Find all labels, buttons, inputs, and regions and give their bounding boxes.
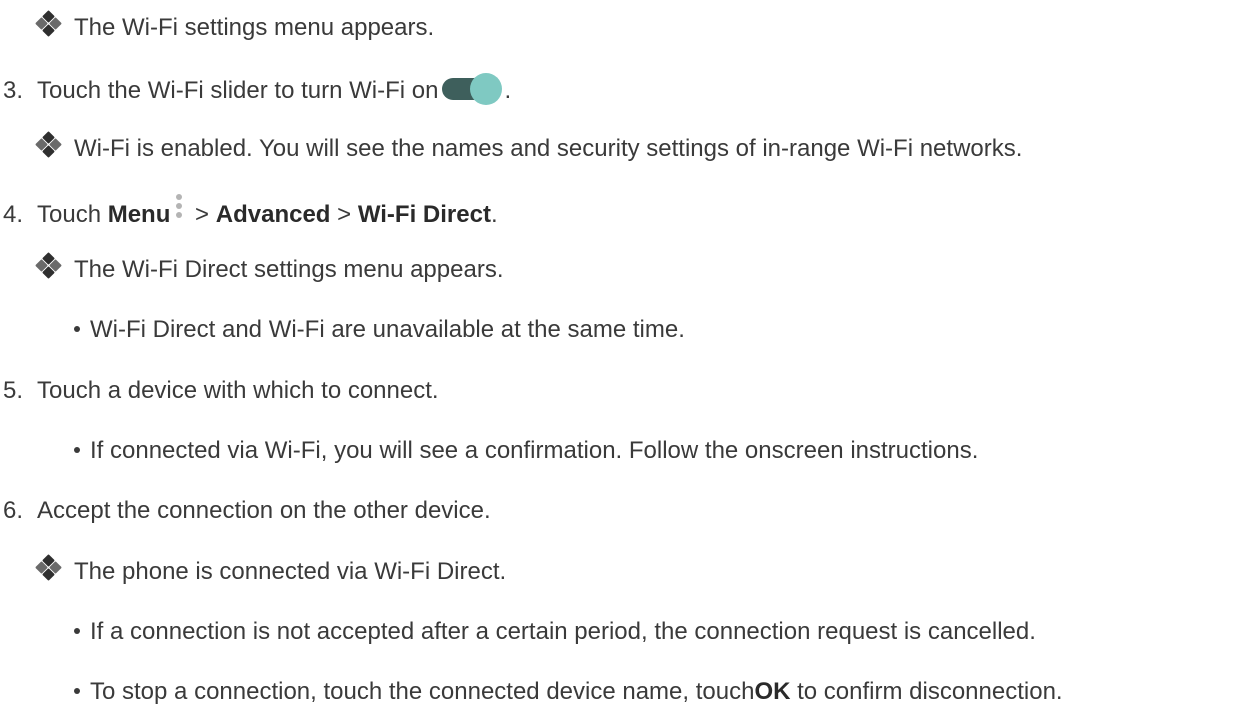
step-5: 5. Touch a device with which to connect.: [0, 375, 439, 407]
menu-label: Menu: [107, 201, 171, 228]
result-text: The Wi-Fi settings menu appears.: [74, 14, 435, 41]
result-diamond-icon: [35, 131, 62, 159]
step-4: 4. Touch Menu > Advanced > Wi-Fi Direct.: [0, 194, 498, 228]
bullet-dot-icon: [74, 326, 80, 332]
separator: >: [188, 201, 216, 228]
step-end-punct: .: [490, 201, 498, 228]
step-number: 6.: [3, 497, 24, 524]
step-text: Accept the connection on the other devic…: [37, 497, 491, 524]
bullet-dot-icon: [74, 688, 80, 694]
step-text: Touch a device with which to connect.: [37, 377, 439, 404]
wifi-direct-label: Wi-Fi Direct: [357, 201, 491, 228]
note-bullet: If a connection is not accepted after a …: [74, 616, 1036, 648]
result-line: The phone is connected via Wi-Fi Direct.: [35, 554, 507, 588]
result-diamond-icon: [35, 252, 62, 280]
note-text: to confirm disconnection.: [790, 678, 1063, 705]
bullet-dot-icon: [74, 447, 80, 453]
ok-label: OK: [754, 678, 791, 705]
step-text: Touch the Wi-Fi slider to turn Wi-Fi on: [37, 77, 439, 104]
result-diamond-icon: [35, 10, 62, 38]
overflow-menu-icon: [174, 194, 184, 224]
result-text: The phone is connected via Wi-Fi Direct.: [74, 558, 507, 585]
result-line: The Wi-Fi settings menu appears.: [35, 10, 435, 44]
step-3: 3. Touch the Wi-Fi slider to turn Wi-Fi o…: [0, 73, 511, 105]
step-end-punct: .: [504, 77, 512, 104]
advanced-label: Advanced: [215, 201, 331, 228]
note-text: Wi-Fi Direct and Wi-Fi are unavailable a…: [90, 316, 685, 343]
bullet-dot-icon: [74, 628, 80, 634]
result-text: Wi-Fi is enabled. You will see the names…: [74, 135, 1023, 162]
toggle-on-icon: [442, 73, 504, 105]
step-text: Touch: [37, 201, 108, 228]
step-number: 5.: [3, 377, 24, 404]
result-diamond-icon: [35, 554, 62, 582]
note-bullet: If connected via Wi-Fi, you will see a c…: [74, 435, 978, 467]
step-6: 6. Accept the connection on the other dev…: [0, 495, 491, 527]
result-line: The Wi-Fi Direct settings menu appears.: [35, 252, 504, 286]
separator: >: [330, 201, 358, 228]
note-bullet: Wi-Fi Direct and Wi-Fi are unavailable a…: [74, 314, 685, 346]
result-line: Wi-Fi is enabled. You will see the names…: [35, 131, 1023, 165]
note-text: If a connection is not accepted after a …: [90, 618, 1036, 645]
note-bullet: To stop a connection, touch the connecte…: [74, 676, 1063, 708]
note-text: To stop a connection, touch the connecte…: [90, 678, 755, 705]
step-number: 4.: [3, 201, 24, 228]
note-text: If connected via Wi-Fi, you will see a c…: [90, 437, 979, 464]
result-text: The Wi-Fi Direct settings menu appears.: [74, 256, 504, 283]
step-number: 3.: [3, 77, 24, 104]
